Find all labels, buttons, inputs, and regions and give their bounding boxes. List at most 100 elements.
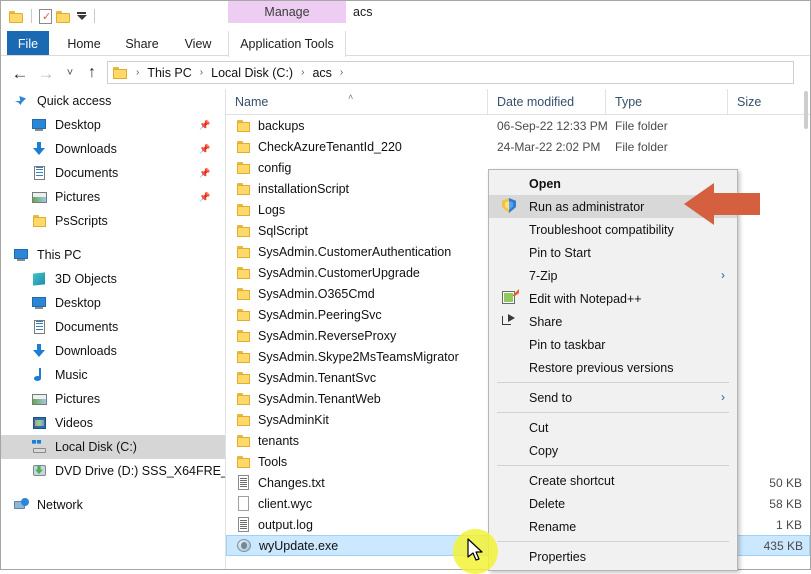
sidebar-item-local-disk-c[interactable]: Local Disk (C:) [1,435,225,459]
sidebar-item-pictures[interactable]: Pictures 📌 [1,185,225,209]
sidebar-item-desktop[interactable]: Desktop 📌 [1,113,225,137]
menu-item-label: Delete [529,496,566,511]
sidebar-item-label: Downloads [55,142,117,156]
breadcrumb-separator: › [301,67,305,78]
sidebar-item-dvd-drive-d-sss-x64fre-en[interactable]: DVD Drive (D:) SSS_X64FRE_EN [1,459,225,483]
breadcrumb-item-this-pc[interactable]: This PC [145,66,193,80]
menu-item-pin-to-taskbar[interactable]: Pin to taskbar [489,333,737,356]
back-icon[interactable]: ← [11,64,29,82]
sidebar-item-3d-objects[interactable]: 3D Objects [1,267,225,291]
breadcrumb[interactable]: › This PC › Local Disk (C:) › acs › [107,61,794,84]
sidebar-item-label: Pictures [55,392,101,406]
new-folder-icon[interactable] [9,10,24,23]
breadcrumb-separator: › [339,67,344,78]
tab-view[interactable]: View [177,31,219,56]
dvd-drive-icon [31,463,48,479]
folder-icon [235,286,251,301]
sidebar-item-network[interactable]: Network [1,493,225,517]
file-name-label: Logs [258,202,286,217]
table-row[interactable]: backups 06-Sep-22 12:33 PM File folder [226,115,810,136]
menu-item-rename[interactable]: Rename [489,515,737,538]
sidebar-item-label: Desktop [55,118,101,132]
sidebar-item-this-pc[interactable]: This PC [1,243,225,267]
column-header-size[interactable]: Size [728,89,810,114]
folder-icon [235,433,251,448]
folder-icon[interactable] [56,10,71,23]
navigation-pane[interactable]: Quick access Desktop 📌 Downloads 📌 Documents 📌… [1,89,226,569]
sidebar-item-documents[interactable]: Documents [1,315,225,339]
menu-item-send-to[interactable]: Send to › [489,386,737,409]
pin-icon[interactable]: 📌 [199,120,210,130]
column-header-date-modified[interactable]: Date modified [488,89,606,114]
sidebar-item-desktop[interactable]: Desktop [1,291,225,315]
vertical-scrollbar[interactable] [804,91,808,129]
file-name-label: backups [258,118,305,133]
menu-item-create-shortcut[interactable]: Create shortcut [489,469,737,492]
sidebar-item-documents[interactable]: Documents 📌 [1,161,225,185]
folder-icon [235,454,251,469]
recent-locations-icon[interactable]: ˅ [61,64,79,82]
tab-share[interactable]: Share [119,31,165,56]
menu-item-copy[interactable]: Copy [489,439,737,462]
contextual-tab-group-manage[interactable]: Manage [228,1,346,23]
sidebar-item-label: 3D Objects [55,272,117,286]
pin-icon[interactable]: 📌 [199,192,210,202]
file-name-cell: CheckAzureTenantId_220 [235,139,402,154]
folder-icon [235,349,251,364]
menu-item-7-zip[interactable]: 7-Zip › [489,264,737,287]
menu-item-label: Troubleshoot compatibility [529,222,674,237]
sidebar-item-label: Music [55,368,88,382]
file-name-label: SysAdmin.PeeringSvc [258,307,382,322]
sidebar-item-downloads[interactable]: Downloads [1,339,225,363]
file-name-cell: backups [235,118,305,133]
sidebar-item-downloads[interactable]: Downloads 📌 [1,137,225,161]
monitor-icon [31,117,48,133]
menu-item-label: Properties [529,549,586,564]
monitor-icon [13,247,30,263]
up-icon[interactable]: ↑ [83,64,101,82]
menu-item-delete[interactable]: Delete [489,492,737,515]
column-header-type[interactable]: Type [606,89,728,114]
sidebar-item-label: Videos [55,416,93,430]
menu-item-edit-with-notepad++[interactable]: Edit with Notepad++ [489,287,737,310]
tab-home[interactable]: Home [61,31,107,56]
folder-icon [235,412,251,427]
pin-icon[interactable]: 📌 [199,144,210,154]
file-name-cell: SqlScript [235,223,308,238]
breadcrumb-item-acs[interactable]: acs [310,66,333,80]
sidebar-item-videos[interactable]: Videos [1,411,225,435]
folder-icon [235,265,251,280]
sidebar-item-label: Pictures [55,190,101,204]
menu-item-restore-previous-versions[interactable]: Restore previous versions [489,356,737,379]
file-name-label: SqlScript [258,223,309,238]
pictures-icon [31,189,48,205]
menu-item-label: Open [529,176,561,191]
customize-dropdown-icon[interactable] [75,9,87,23]
uac-shield-icon [501,198,518,214]
sidebar-item-music[interactable]: Music [1,363,225,387]
properties-icon[interactable] [39,8,52,24]
menu-item-pin-to-start[interactable]: Pin to Start [489,241,737,264]
file-name-label: Tools [258,454,288,469]
file-name-cell: SysAdminKit [235,412,329,427]
pin-icon[interactable]: 📌 [199,168,210,178]
menu-item-properties[interactable]: Properties [489,545,737,568]
chevron-right-icon: › [721,390,725,404]
sidebar-item-pictures[interactable]: Pictures [1,387,225,411]
title-bar: Manage acs [1,1,810,31]
menu-item-share[interactable]: Share [489,310,737,333]
3d-objects-icon [31,271,48,287]
table-row[interactable]: CheckAzureTenantId_220 24-Mar-22 2:02 PM F… [226,136,810,157]
tab-file[interactable]: File [7,31,49,56]
context-menu[interactable]: Open Run as administrator Troubleshoot com… [488,169,738,571]
sidebar-item-quick-access[interactable]: Quick access [1,89,225,113]
menu-item-cut[interactable]: Cut [489,416,737,439]
mouse-cursor-icon [467,538,483,561]
notepadpp-icon [501,289,519,306]
forward-icon[interactable]: → [37,64,55,82]
file-name-label: CheckAzureTenantId_220 [258,139,402,154]
column-header-name[interactable]: Name ˄ [226,89,488,114]
breadcrumb-item-local-disk[interactable]: Local Disk (C:) [209,66,295,80]
sidebar-item-psscripts[interactable]: PsScripts [1,209,225,233]
tab-application-tools[interactable]: Application Tools [228,31,346,57]
